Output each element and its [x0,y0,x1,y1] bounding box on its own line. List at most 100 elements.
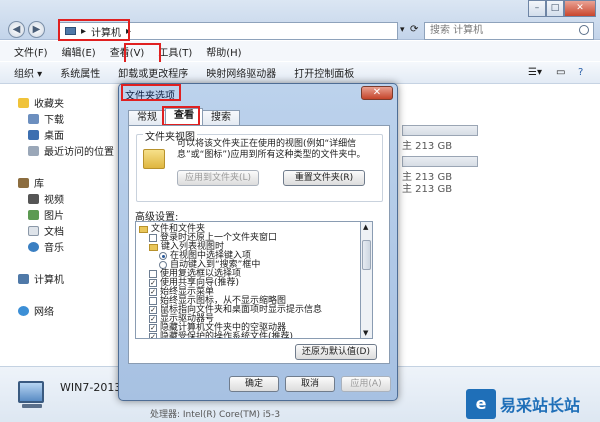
menu-file[interactable]: 文件(F) [10,44,52,59]
apply-button[interactable]: 应用(A) [341,376,391,392]
menu-bar: 文件(F) 编辑(E) 查看(V) 工具(T) 帮助(H) [0,41,600,61]
advanced-setting-row[interactable]: ✓ 隐藏受保护的操作系统文件(推荐) [149,332,294,339]
map-drive-button[interactable]: 映射网络驱动器 [206,65,276,80]
advanced-settings-scrollbar[interactable]: ▲ ▼ [361,221,373,339]
sidebar-label: 网络 [34,307,54,318]
computer-large-icon [18,381,44,403]
refresh-icon[interactable]: ⟳ [410,24,418,35]
drive-usage-bar [402,156,478,167]
folder-view-icon [143,149,165,169]
sidebar-label: 音乐 [44,243,64,254]
sidebar-label: 库 [34,179,44,190]
sidebar-label: 收藏夹 [34,99,64,110]
radio-button[interactable] [159,252,167,260]
preview-pane-icon[interactable]: ▭ [556,67,565,78]
control-panel-button[interactable]: 打开控制面板 [294,65,354,80]
sidebar-item-desktop[interactable]: 桌面 [28,127,64,142]
folder-icon [149,243,158,251]
folder-options-dialog: 文件夹选项 ✕ 常规 查看 搜索 文件夹视图 可以将该文件夹正在使用的视图(例如… [118,83,398,401]
scroll-thumb[interactable] [362,240,371,270]
checkbox[interactable]: ✓ [149,315,157,323]
sidebar-item-pictures[interactable]: 图片 [28,207,64,222]
sidebar-item-music[interactable]: 音乐 [28,239,64,254]
reset-folders-button[interactable]: 重置文件夹(R) [283,170,365,186]
help-icon[interactable]: ? [578,67,583,78]
view-options-icon[interactable]: ☰▾ [528,67,542,78]
sidebar-item-documents[interactable]: 文档 [28,223,64,238]
system-properties-button[interactable]: 系统属性 [60,65,100,80]
navigation-pane: 收藏夹 下载 桌面 最近访问的位置 库 视频 图片 文档 音乐 计算机 网络 [0,85,120,365]
scroll-down-icon[interactable]: ▼ [363,329,368,337]
advanced-settings-list[interactable]: 文件和文件夹 登录时还原上一个文件夹窗口 键入列表视图时 在视图中选择键入项 自动键入到… [135,221,361,339]
restore-defaults-button[interactable]: 还原为默认值(D) [295,344,377,360]
search-icon[interactable] [579,25,589,35]
scroll-up-icon[interactable]: ▲ [363,223,368,231]
network-icon [18,305,29,316]
sidebar-label: 视频 [44,195,64,206]
checkbox[interactable]: ✓ [149,324,157,332]
highlight-view-tab [162,106,200,126]
command-bar: 组织 ▾ 系统属性 卸载或更改程序 映射网络驱动器 打开控制面板 ☰▾ ▭ ? [0,62,600,84]
address-dropdown-icon[interactable]: ▾ [400,25,405,35]
sidebar-label: 图片 [44,211,64,222]
drive-free-space: 主 213 GB [402,141,453,152]
checkbox[interactable]: ✓ [149,306,157,314]
logo-mark: e [466,389,496,419]
highlight-address [58,19,130,41]
checkbox[interactable]: ✓ [149,279,157,287]
apply-to-folders-button[interactable]: 应用到文件夹(L) [177,170,259,186]
highlight-dialog-title [121,84,181,101]
library-icon [18,177,29,188]
maximize-button[interactable]: □ [546,0,564,17]
search-input[interactable]: 搜索 计算机 [424,22,594,40]
view-tab-panel: 文件夹视图 可以将该文件夹正在使用的视图(例如“详细信息”或“图标”)应用到所有… [128,125,390,364]
logo-text: 易采站长站 [500,396,581,415]
organize-button[interactable]: 组织 ▾ [14,65,42,80]
menu-help[interactable]: 帮助(H) [202,44,245,59]
sidebar-label: 文档 [44,227,64,238]
menu-edit[interactable]: 编辑(E) [58,44,100,59]
cancel-button[interactable]: 取消 [285,376,335,392]
drive-free-space: 主 213 GB [402,184,453,195]
checkbox[interactable] [149,234,157,242]
close-button[interactable]: ✕ [564,0,596,17]
tab-search[interactable]: 搜索 [202,110,240,125]
sidebar-label: 桌面 [44,131,64,142]
drive-usage-bar [402,125,478,136]
uninstall-button[interactable]: 卸载或更改程序 [118,65,188,80]
folder-views-description: 可以将该文件夹正在使用的视图(例如“详细信息”或“图标”)应用到所有这种类型的文… [177,139,366,160]
document-icon [28,225,39,236]
sidebar-item-videos[interactable]: 视频 [28,191,64,206]
ok-button[interactable]: 确定 [229,376,279,392]
back-button[interactable]: ◀ [8,21,25,38]
sidebar-item-recent[interactable]: 最近访问的位置 [28,143,114,158]
sidebar-item-network[interactable]: 网络 [18,303,54,318]
minimize-button[interactable]: – [528,0,546,17]
sidebar-item-computer[interactable]: 计算机 [18,271,64,286]
video-icon [28,193,39,204]
checkbox[interactable] [149,297,157,305]
sidebar-libraries[interactable]: 库 [18,175,44,190]
title-bar: ◀ ▶ ▸ 计算机 ▸ ▾ ⟳ 搜索 计算机 – □ ✕ [0,0,600,41]
sidebar-label: 下载 [44,115,64,126]
sidebar-favorites[interactable]: 收藏夹 [18,95,64,110]
search-placeholder: 搜索 计算机 [430,25,484,36]
checkbox[interactable]: ✓ [149,333,157,338]
dialog-close-button[interactable]: ✕ [361,86,393,100]
radio-button[interactable] [159,261,167,269]
sidebar-label: 计算机 [34,275,64,286]
folder-views-group: 文件夹视图 可以将该文件夹正在使用的视图(例如“详细信息”或“图标”)应用到所有… [136,128,383,202]
star-icon [18,97,29,108]
download-icon [28,113,39,124]
processor-info: 处理器: Intel(R) Core(TM) i5-3 [150,410,281,420]
music-icon [28,241,39,252]
sidebar-label: 最近访问的位置 [44,147,114,158]
sidebar-item-downloads[interactable]: 下载 [28,111,64,126]
checkbox[interactable] [149,270,157,278]
forward-button[interactable]: ▶ [28,21,45,38]
advanced-setting-label: 隐藏受保护的操作系统文件(推荐) [160,332,294,339]
checkbox[interactable]: ✓ [149,288,157,296]
monitor-stand [22,404,42,408]
site-logo: e 易采站长站 [466,386,600,422]
tab-general[interactable]: 常规 [128,110,166,125]
